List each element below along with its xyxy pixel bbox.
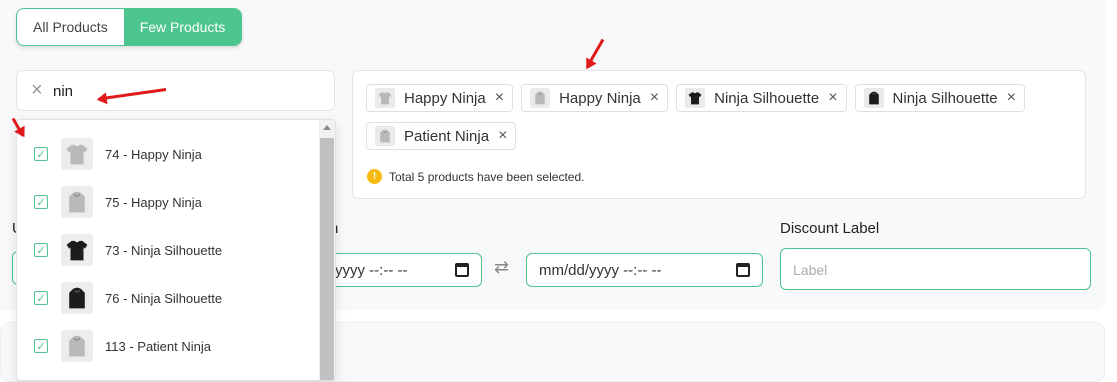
tab-few-products[interactable]: Few Products [123, 9, 242, 45]
product-thumbnail [61, 186, 93, 218]
product-thumbnail [375, 88, 395, 108]
dropdown-scrollbar[interactable] [319, 120, 335, 380]
checkbox[interactable]: ✓ [34, 195, 48, 209]
selected-tag: Patient Ninja × [366, 122, 517, 150]
scroll-up-icon[interactable] [323, 125, 331, 130]
remove-tag-icon[interactable]: × [495, 90, 504, 106]
product-dropdown: ✓ 113 - Patient Ninja ✓ 76 - Ninja Silhouet… [16, 119, 336, 381]
discount-label-field [780, 248, 1091, 290]
product-thumbnail [375, 126, 395, 146]
discount-label-input[interactable] [793, 260, 1073, 280]
list-item-label: 76 - Ninja Silhouette [105, 290, 223, 306]
tag-label: Patient Ninja [404, 127, 490, 145]
list-item[interactable]: ✓ 75 - Happy Ninja [17, 178, 317, 226]
list-item-label: 113 - Patient Ninja [105, 338, 211, 354]
product-search: × [16, 70, 335, 111]
product-thumbnail [61, 282, 93, 314]
product-thumbnail [61, 330, 93, 362]
selection-info: ! Total 5 products have been selected. [367, 169, 584, 184]
list-item[interactable]: ✓ 76 - Ninja Silhouette [17, 274, 317, 322]
product-scope-toggle: All Products Few Products [16, 8, 243, 46]
close-icon[interactable]: × [31, 80, 43, 100]
tag-label: Happy Ninja [559, 89, 641, 107]
product-thumbnail [61, 138, 93, 170]
list-item[interactable]: ✓ 113 - Patient Ninja [17, 322, 317, 370]
list-item[interactable]: ✓ 74 - Happy Ninja [17, 130, 317, 178]
list-item-label: 74 - Happy Ninja [105, 146, 202, 162]
swap-arrows-icon: ⇄ [494, 257, 510, 277]
remove-tag-icon[interactable]: × [498, 128, 507, 144]
selected-tag: Happy Ninja × [521, 84, 669, 112]
selected-products-box: Happy Ninja × Happy Ninja × Ninja Silhouette… [352, 70, 1086, 199]
calendar-icon[interactable] [455, 263, 469, 277]
product-thumbnail [61, 234, 93, 266]
search-input[interactable] [53, 81, 313, 101]
scrollbar-thumb[interactable] [320, 138, 334, 380]
checkbox[interactable]: ✓ [34, 291, 48, 305]
product-thumbnail [530, 88, 551, 108]
tag-label: Ninja Silhouette [714, 89, 820, 107]
tag-label: Happy Ninja [404, 89, 486, 107]
info-icon: ! [367, 169, 382, 184]
discount-label-title: Discount Label [780, 220, 880, 237]
checkbox[interactable]: ✓ [34, 243, 48, 257]
tab-all-products[interactable]: All Products [17, 9, 124, 45]
product-thumbnail [863, 88, 884, 108]
list-item[interactable]: ✓ 73 - Ninja Silhouette [17, 226, 317, 274]
selected-tags: Happy Ninja × Happy Ninja × Ninja Silhouette… [366, 84, 1066, 150]
remove-tag-icon[interactable]: × [1007, 90, 1016, 106]
date-to-value: mm/dd/yyyy --:-- -- [539, 261, 662, 279]
checkbox[interactable]: ✓ [34, 339, 48, 353]
list-item-label: 75 - Happy Ninja [105, 194, 202, 210]
remove-tag-icon[interactable]: × [650, 90, 659, 106]
date-to-input[interactable]: mm/dd/yyyy --:-- -- [526, 253, 763, 287]
selection-info-text: Total 5 products have been selected. [389, 169, 585, 184]
calendar-icon[interactable] [736, 263, 750, 277]
remove-tag-icon[interactable]: × [828, 90, 837, 106]
product-thumbnail [685, 88, 706, 108]
selected-tag: Ninja Silhouette × [676, 84, 847, 112]
selected-tag: Happy Ninja × [366, 84, 514, 112]
selected-tag: Ninja Silhouette × [854, 84, 1025, 112]
checkbox[interactable]: ✓ [34, 147, 48, 161]
tag-label: Ninja Silhouette [892, 89, 998, 107]
list-item-label: 73 - Ninja Silhouette [105, 242, 223, 258]
